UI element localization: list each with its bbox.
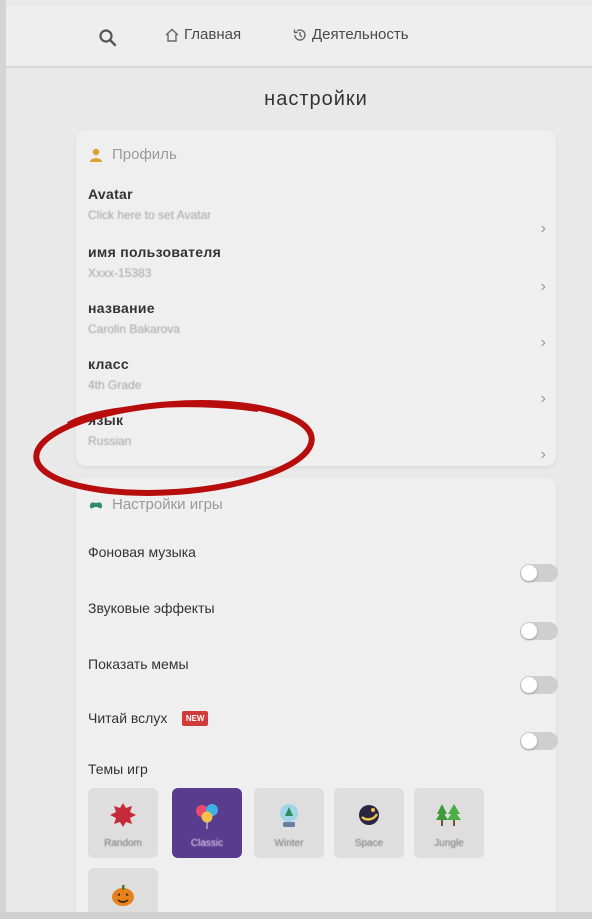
setting-background-music: Фоновая музыка <box>88 544 558 582</box>
row-label: Avatar <box>88 186 133 202</box>
profile-card: Профиль Avatar Click here to set Avatar … <box>76 130 556 466</box>
user-icon <box>90 148 102 162</box>
theme-tile-jungle[interactable]: Jungle <box>414 788 484 858</box>
theme-tile-winter[interactable]: Winter <box>254 788 324 858</box>
planet-icon <box>359 805 379 825</box>
setting-sound-effects: Звуковые эффекты <box>88 600 558 640</box>
row-value: Click here to set Avatar <box>88 208 212 222</box>
themes-label: Темы игр <box>88 761 148 777</box>
balloons-icon <box>196 804 218 829</box>
settings-section-header: Настройки игры <box>88 496 223 513</box>
app-frame: Главная Деятельность настройки Профиль A… <box>0 0 592 919</box>
nav-home-label: Главная <box>184 26 242 43</box>
setting-show-memes: Показать мемы <box>88 656 558 694</box>
row-value: Xxxx-15383 <box>88 266 152 280</box>
nav-activity-link[interactable]: Деятельность <box>292 26 409 43</box>
profile-section-title: Профиль <box>112 146 177 163</box>
read-aloud-toggle[interactable] <box>520 732 558 750</box>
chevron-right-icon: › <box>540 278 546 295</box>
chevron-right-icon: › <box>540 334 546 351</box>
toggle-knob <box>521 733 537 749</box>
snow-globe-icon <box>280 804 298 827</box>
pumpkin-icon <box>112 885 134 906</box>
theme-name: Random <box>104 838 142 849</box>
background-music-toggle[interactable] <box>520 564 558 582</box>
theme-name: Classic <box>190 838 224 849</box>
profile-row-language[interactable]: язык Russian › <box>88 412 546 463</box>
theme-name: Jungle <box>434 838 464 849</box>
bottom-edge <box>0 912 592 919</box>
row-label: имя пользователя <box>88 244 222 260</box>
theme-name: Winter <box>274 838 304 849</box>
chevron-right-icon: › <box>540 390 546 407</box>
gamepad-icon <box>90 501 102 508</box>
profile-row-avatar[interactable]: Avatar Click here to set Avatar › <box>88 186 546 237</box>
theme-tile-random[interactable]: Random <box>88 788 158 858</box>
theme-tile-space[interactable]: Space <box>334 788 404 858</box>
new-badge: NEW <box>181 711 209 727</box>
row-label: язык <box>88 412 124 428</box>
show-memes-toggle[interactable] <box>520 676 558 694</box>
setting-label: Читай вслух <box>88 710 168 726</box>
setting-read-aloud: Читай вслух NEW <box>88 710 558 750</box>
toggle-knob <box>521 677 537 693</box>
row-value: Russian <box>88 434 132 448</box>
nav-home-link[interactable]: Главная <box>164 26 241 43</box>
chevron-right-icon: › <box>540 220 546 237</box>
page-title: настройки <box>264 88 368 110</box>
game-settings-card: Настройки игры Фоновая музыка Звуковые э… <box>76 478 558 918</box>
toggle-knob <box>521 623 537 639</box>
home-icon <box>165 28 179 42</box>
settings-section-title: Настройки игры <box>112 496 223 513</box>
profile-row-name[interactable]: название Carolin Bakarova › <box>88 300 546 351</box>
profile-row-grade[interactable]: класс 4th Grade › <box>88 356 546 407</box>
nav-activity-label: Деятельность <box>312 26 409 43</box>
theme-tile-halloween[interactable] <box>88 868 158 918</box>
sound-effects-toggle[interactable] <box>520 622 558 640</box>
profile-row-username[interactable]: имя пользователя Xxxx-15383 › <box>88 244 546 295</box>
theme-tile-classic[interactable]: Classic <box>172 788 242 858</box>
row-label: класс <box>88 356 129 372</box>
window-edge <box>0 0 6 919</box>
profile-section-header: Профиль <box>88 146 177 163</box>
row-value: 4th Grade <box>88 378 142 392</box>
row-value: Carolin Bakarova <box>88 322 181 336</box>
setting-label: Показать мемы <box>88 656 189 672</box>
setting-label: Звуковые эффекты <box>88 600 215 616</box>
top-nav-bar: Главная Деятельность <box>6 6 592 68</box>
chevron-right-icon: › <box>540 446 546 463</box>
row-label: название <box>88 300 155 316</box>
trees-icon <box>436 804 461 826</box>
red-blob-icon <box>110 803 136 827</box>
toggle-knob <box>521 565 537 581</box>
setting-label: Фоновая музыка <box>88 544 196 560</box>
search-icon[interactable] <box>98 28 118 48</box>
history-icon <box>293 28 306 41</box>
theme-name: Space <box>354 838 384 849</box>
